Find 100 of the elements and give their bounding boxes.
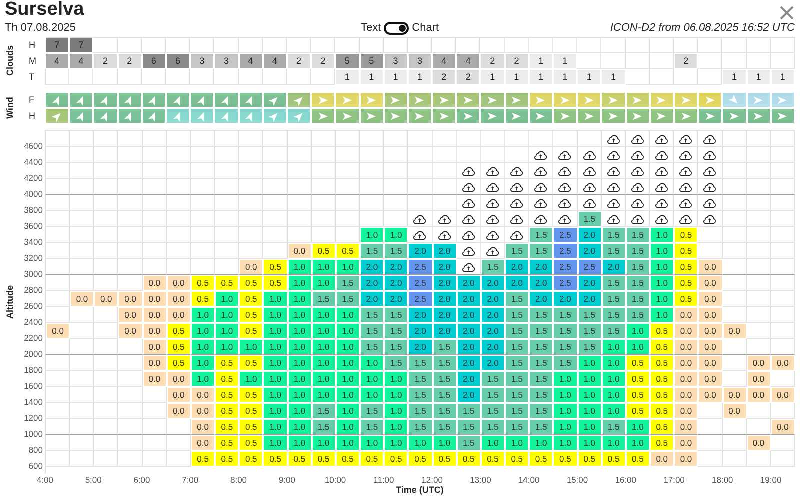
empty-cell [70,307,94,323]
empty-cell [263,163,288,179]
grid-cell: 1.5 [602,275,626,291]
empty-cell [190,195,216,211]
grid-cell: 1.5 [505,371,530,387]
cloud-icon [678,196,694,208]
cloud-icon [606,132,621,144]
axis-label: 17:00 [662,475,686,485]
grid-cell: 1.5 [578,307,602,323]
grid-cell: 2.5 [553,275,578,291]
grid-cell: 0.5 [215,435,240,451]
grid-cell: 1.0 [288,435,312,451]
empty-cell [263,147,288,163]
cloud-icon [484,228,500,240]
empty-cell [312,195,336,211]
cloud-icon [533,148,548,160]
axis-label: 2600 [23,300,44,313]
toggle-switch[interactable] [384,22,410,34]
empty-cell [746,451,771,467]
cloud-icon [582,180,597,192]
empty-cell [239,211,264,227]
grid-cell: 1.0 [602,435,626,451]
grid-cell: 2.0 [408,243,433,259]
cloud-cover-cell: 1 [408,69,432,85]
grid-cell: 1.5 [480,387,506,403]
grid-cell: 1.5 [408,387,433,403]
grid-cell: 2.0 [529,259,554,275]
grid-cell: 0.0 [698,371,723,387]
grid-cell: 0.5 [190,451,216,467]
section-label: Wind [5,96,16,121]
cloud-icon [702,180,718,192]
grid-cell: 1.0 [626,435,650,451]
grid-cell: 1.0 [336,403,360,419]
grid-cell: 0.5 [650,371,674,387]
cloud-cover-cell: 4 [69,53,94,69]
grid-cell: 1.0 [288,355,312,371]
grid-cell: 1.5 [529,355,554,371]
empty-cell [166,227,191,243]
empty-cell [360,163,384,179]
empty-cell [142,195,167,211]
cloud-icon [460,228,476,240]
close-button[interactable] [779,5,795,21]
cloud-icon [582,196,597,208]
empty-cell [288,179,312,195]
cloud-icon [509,196,524,208]
grid-cell: 1.5 [408,403,433,419]
grid-cell: 0.0 [166,307,191,323]
grid-cell: 0.5 [239,355,264,371]
grid-cell: 0.0 [770,387,795,403]
grid-cell: 0.5 [336,243,360,259]
grid-cell: 0.5 [215,355,240,371]
empty-cell [746,211,771,227]
grid-cell: 0.5 [215,371,240,387]
grid-cell: 1.5 [505,307,530,323]
grid-cell: 1.0 [288,323,312,339]
empty-cell [118,435,143,451]
grid-cell: 0.5 [626,355,650,371]
grid-cell: 0.5 [239,451,264,467]
empty-cell [336,163,360,179]
empty-cell [70,195,94,211]
cloud-icon [606,212,621,224]
empty-cell [94,227,118,243]
cloud-icon [460,244,476,256]
grid-cell: 2.0 [480,355,506,371]
cloud-cover-cell: 7 [45,37,70,53]
grid-cell: 2.5 [408,259,433,275]
axis-label: 15:00 [566,475,590,485]
grid-cell: 1.5 [384,339,408,355]
grid-cell: 0.0 [288,243,312,259]
grid-cell: 0.5 [626,387,650,403]
grid-cell: 0.5 [626,371,650,387]
grid-cell: 0.5 [674,259,698,275]
cloud-cover-cell: 1 [746,69,771,85]
empty-cell [746,179,771,195]
grid-cell: 0.0 [746,355,771,371]
cloud-icon [582,164,597,176]
grid-cell: 1.0 [288,387,312,403]
empty-cell [94,243,118,259]
grid-cell: 0.5 [336,451,360,467]
grid-cell: 1.5 [529,323,554,339]
cloud-icon [606,196,621,208]
empty-cell [142,451,167,467]
grid-cell: 1.0 [505,435,530,451]
grid-cell: 2.0 [456,355,481,371]
grid-cell: 1.0 [384,419,408,435]
empty-cell [746,37,771,53]
empty-cell [312,179,336,195]
grid-cell: 0.0 [94,291,118,307]
cloud-icon [484,244,500,256]
empty-cell [722,451,747,467]
cloud-icon [654,180,670,192]
cloud-cover-cell: 3 [408,53,432,69]
cloud-cover-cell: 4 [238,53,263,69]
empty-cell [770,163,795,179]
grid-cell: 1.5 [626,243,650,259]
empty-cell [70,259,94,275]
grid-cell: 2.5 [553,243,578,259]
empty-cell [94,371,118,387]
cloud-cover-cell: 4 [456,53,480,69]
empty-cell [215,211,240,227]
